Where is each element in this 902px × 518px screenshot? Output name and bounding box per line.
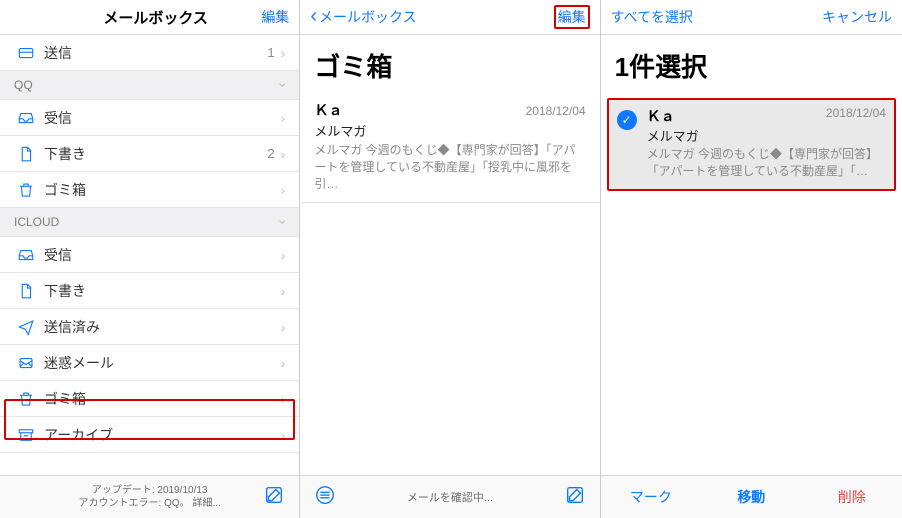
inbox-icon bbox=[14, 246, 38, 264]
folder-qq-drafts[interactable]: 下書き 2 › bbox=[0, 136, 299, 172]
chevron-right-icon: › bbox=[281, 283, 286, 299]
footer-select: マーク 移動 削除 bbox=[601, 475, 902, 518]
sent-icon bbox=[14, 318, 38, 336]
chevron-right-icon: › bbox=[281, 247, 286, 263]
folder-ic-junk[interactable]: 迷惑メール › bbox=[0, 345, 299, 381]
message-subject: メルマガ bbox=[647, 126, 886, 145]
chevron-left-icon: ‹ bbox=[310, 6, 317, 26]
folder-ic-sent[interactable]: 送信済み › bbox=[0, 309, 299, 345]
mark-button[interactable]: マーク bbox=[601, 487, 701, 507]
draft-icon bbox=[14, 145, 38, 163]
folder-qq-inbox[interactable]: 受信 › bbox=[0, 100, 299, 136]
footer-mailboxes: アップデート: 2019/10/13 アカウントエラー: QQ。 詳細... bbox=[0, 475, 299, 518]
section-qq[interactable]: QQ › bbox=[0, 71, 299, 100]
move-button[interactable]: 移動 bbox=[701, 487, 801, 507]
cancel-button[interactable]: キャンセル bbox=[822, 7, 892, 27]
trash-icon bbox=[14, 181, 38, 199]
compose-button[interactable] bbox=[263, 484, 285, 511]
message-preview: メルマガ 今週のもくじ◆【専門家が回答】「アパートを管理している不動産屋」「授乳… bbox=[314, 141, 585, 192]
page-title: メールボックス bbox=[103, 7, 208, 28]
folder-sent[interactable]: 送信 1 › bbox=[0, 35, 299, 71]
mailboxes-nav: メールボックス 編集 bbox=[0, 0, 299, 35]
chevron-down-icon: › bbox=[275, 83, 291, 88]
folder-ic-drafts[interactable]: 下書き › bbox=[0, 273, 299, 309]
message-row[interactable]: Ｋａ 2018/12/04 メルマガ メルマガ 今週のもくじ◆【専門家が回答】「ア… bbox=[300, 94, 599, 203]
page-title: 1件選択 bbox=[601, 35, 902, 94]
message-date: 2018/12/04 bbox=[826, 106, 886, 126]
message-subject: メルマガ bbox=[314, 121, 585, 140]
status-text: アップデート: 2019/10/13 アカウントエラー: QQ。 詳細... bbox=[36, 484, 263, 510]
chevron-right-icon: › bbox=[281, 146, 286, 162]
junk-icon bbox=[14, 354, 38, 372]
draft-icon bbox=[14, 282, 38, 300]
message-sender: Ｋａ bbox=[314, 100, 342, 120]
checkmark-icon[interactable]: ✓ bbox=[617, 110, 637, 130]
folder-ic-archive[interactable]: アーカイブ › bbox=[0, 417, 299, 453]
footer-trash: メールを確認中... bbox=[300, 475, 599, 518]
archive-icon bbox=[14, 426, 38, 444]
chevron-right-icon: › bbox=[281, 427, 286, 443]
trash-nav: ‹メールボックス 編集 bbox=[300, 0, 599, 35]
select-nav: すべてを選択 キャンセル bbox=[601, 0, 902, 35]
chevron-right-icon: › bbox=[281, 319, 286, 335]
select-all-button[interactable]: すべてを選択 bbox=[611, 7, 693, 27]
compose-button[interactable] bbox=[564, 484, 586, 511]
selected-message-row[interactable]: ✓ Ｋａ 2018/12/04 メルマガ メルマガ 今週のもくじ◆【専門家が回答】… bbox=[607, 98, 896, 191]
chevron-right-icon: › bbox=[281, 45, 286, 61]
message-preview: メルマガ 今週のもくじ◆【専門家が回答】「アパートを管理している不動産屋」「… bbox=[647, 145, 886, 179]
status-text: メールを確認中... bbox=[336, 489, 563, 505]
edit-button[interactable]: 編集 bbox=[554, 5, 590, 29]
delete-button[interactable]: 削除 bbox=[802, 487, 902, 507]
filter-button[interactable] bbox=[314, 484, 336, 511]
edit-button[interactable]: 編集 bbox=[261, 7, 289, 27]
message-date: 2018/12/04 bbox=[526, 104, 586, 118]
chevron-down-icon: › bbox=[275, 220, 291, 225]
trash-icon bbox=[14, 390, 38, 408]
chevron-right-icon: › bbox=[281, 110, 286, 126]
section-icloud[interactable]: ICLOUD › bbox=[0, 208, 299, 237]
chevron-right-icon: › bbox=[281, 182, 286, 198]
page-title: ゴミ箱 bbox=[300, 35, 599, 94]
message-sender: Ｋａ bbox=[647, 106, 675, 126]
folder-ic-trash[interactable]: ゴミ箱 › bbox=[0, 381, 299, 417]
chevron-right-icon: › bbox=[281, 391, 286, 407]
back-button[interactable]: ‹メールボックス bbox=[310, 7, 416, 27]
inbox-icon bbox=[14, 109, 38, 127]
chevron-right-icon: › bbox=[281, 355, 286, 371]
outbox-icon bbox=[14, 44, 38, 62]
folder-ic-inbox[interactable]: 受信 › bbox=[0, 237, 299, 273]
folder-qq-trash[interactable]: ゴミ箱 › bbox=[0, 172, 299, 208]
